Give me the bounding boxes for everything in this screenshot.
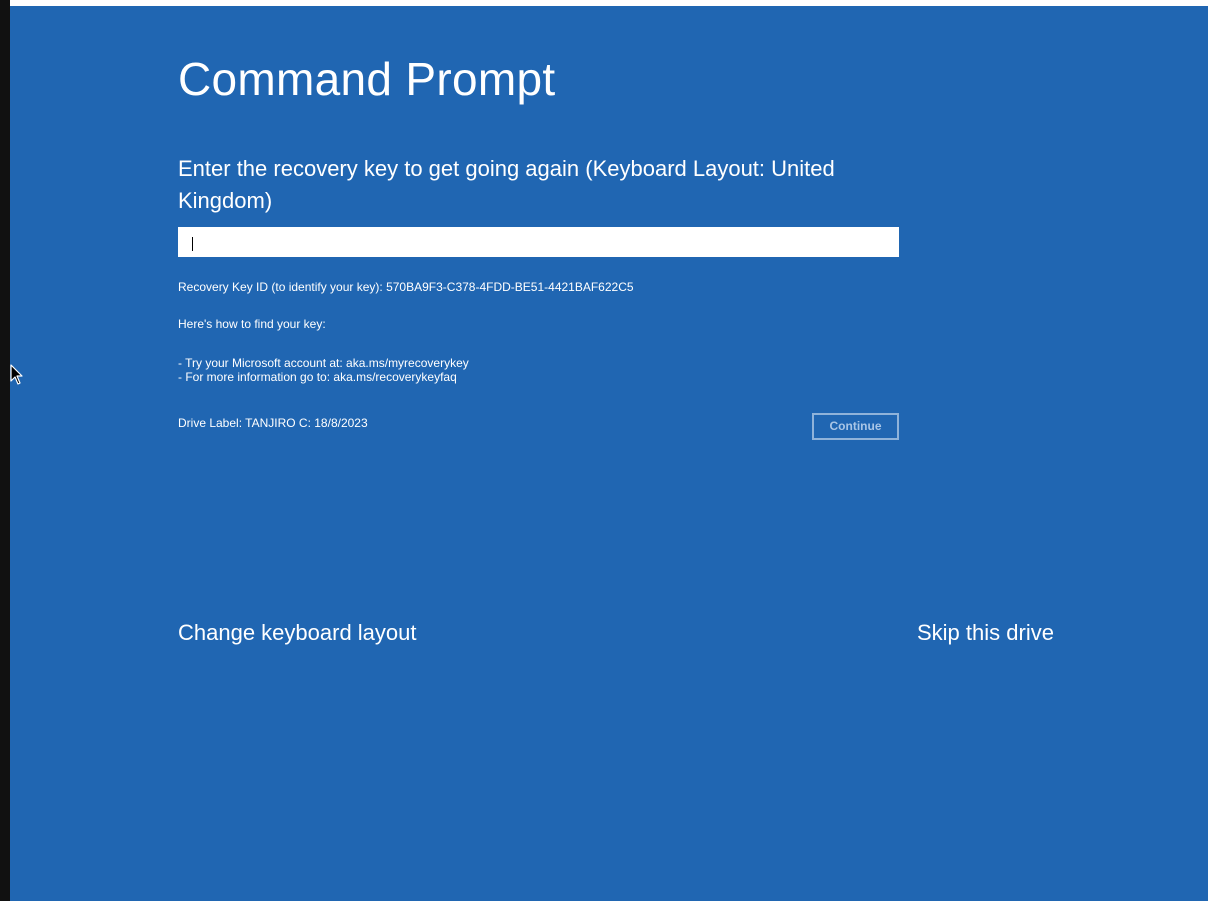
screen-left-edge: [0, 0, 10, 901]
how-to-find-key: Here's how to find your key:: [178, 317, 326, 331]
drive-label: Drive Label: TANJIRO C: 18/8/2023: [178, 416, 368, 430]
recovery-key-id: Recovery Key ID (to identify your key): …: [178, 280, 634, 294]
skip-this-drive-link[interactable]: Skip this drive: [917, 620, 1054, 646]
change-keyboard-layout-link[interactable]: Change keyboard layout: [178, 620, 417, 646]
arrow-cursor-icon: [10, 364, 23, 385]
hint-microsoft-account: - Try your Microsoft account at: aka.ms/…: [178, 356, 469, 370]
continue-button[interactable]: Continue: [812, 413, 899, 440]
page-title: Command Prompt: [178, 53, 556, 105]
recovery-prompt: Enter the recovery key to get going agai…: [178, 156, 835, 213]
hint-more-information: - For more information go to: aka.ms/rec…: [178, 370, 457, 384]
recovery-screen: Command Prompt Enter the recovery key to…: [10, 6, 1208, 901]
screen-frame: Command Prompt Enter the recovery key to…: [0, 0, 1209, 901]
text-caret: [192, 237, 193, 251]
recovery-key-input[interactable]: [178, 227, 899, 257]
